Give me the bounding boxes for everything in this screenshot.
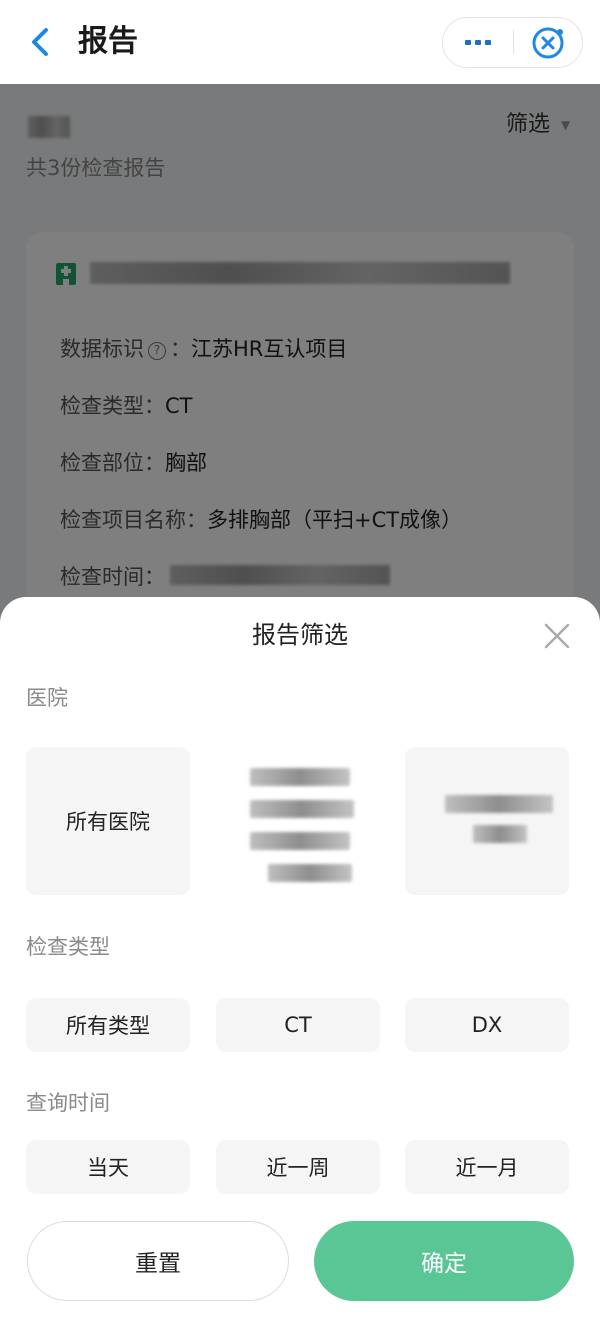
option-hospital-2[interactable] bbox=[216, 747, 380, 895]
filter-sheet: 报告筛选 医院 所有医院 检查类型 所有类型 CT DX 查询时间 当天 近一周… bbox=[0, 597, 600, 1327]
more-icon[interactable] bbox=[443, 18, 513, 66]
confirm-button[interactable]: 确定 bbox=[314, 1221, 574, 1301]
option-last-week[interactable]: 近一周 bbox=[216, 1140, 380, 1194]
option-all-hospitals[interactable]: 所有医院 bbox=[26, 747, 190, 895]
section-label-query-time: 查询时间 bbox=[26, 1091, 110, 1115]
app-header: 报告 bbox=[0, 0, 600, 84]
sheet-title: 报告筛选 bbox=[252, 621, 348, 649]
close-icon[interactable] bbox=[540, 619, 574, 653]
option-today[interactable]: 当天 bbox=[26, 1140, 190, 1194]
section-label-hospital: 医院 bbox=[26, 686, 68, 710]
mini-program-capsule bbox=[442, 17, 583, 68]
reset-button[interactable]: 重置 bbox=[27, 1221, 289, 1301]
option-last-month[interactable]: 近一月 bbox=[405, 1140, 569, 1194]
option-all-types[interactable]: 所有类型 bbox=[26, 998, 190, 1052]
option-type-ct[interactable]: CT bbox=[216, 998, 380, 1052]
back-arrow-icon[interactable] bbox=[22, 20, 58, 64]
blurred-hospital-name bbox=[417, 791, 557, 851]
blurred-hospital-name bbox=[228, 756, 368, 886]
page-title: 报告 bbox=[78, 24, 138, 59]
close-mini-program-icon[interactable] bbox=[514, 18, 582, 66]
option-hospital-3[interactable] bbox=[405, 747, 569, 895]
option-type-dx[interactable]: DX bbox=[405, 998, 569, 1052]
section-label-exam-type: 检查类型 bbox=[26, 935, 110, 959]
